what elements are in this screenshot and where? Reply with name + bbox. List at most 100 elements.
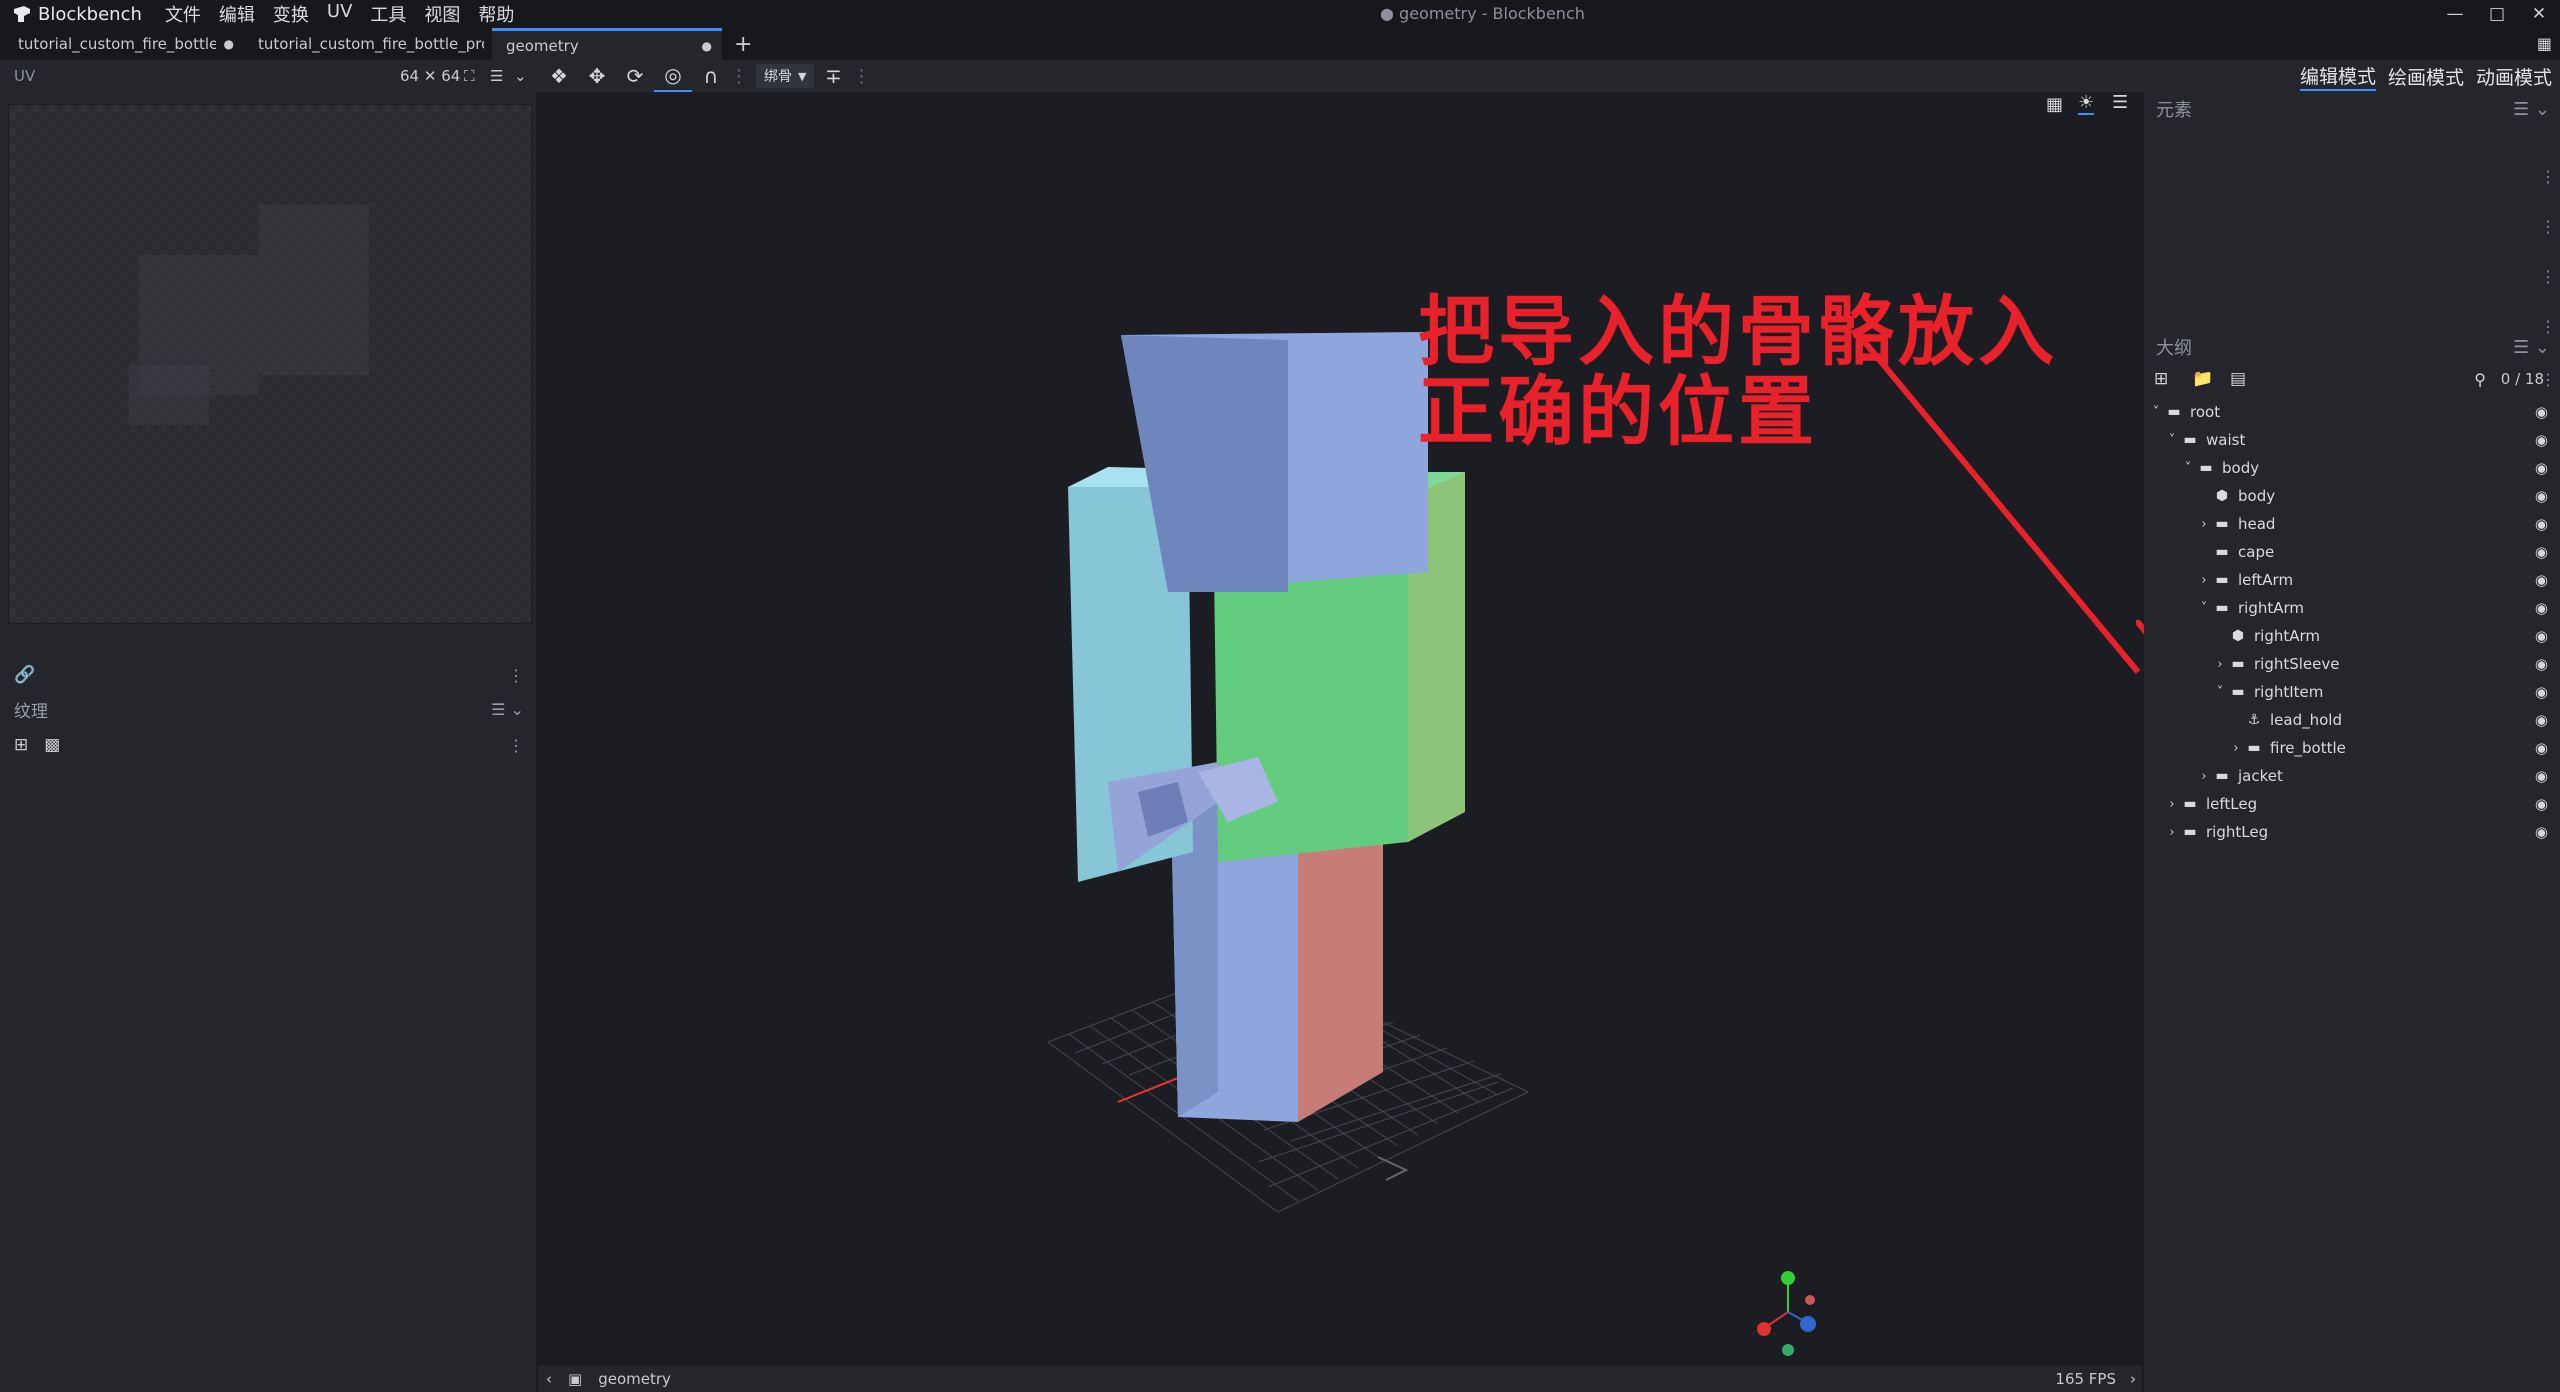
menu-edit[interactable]: 编辑	[210, 1, 264, 27]
mode-switcher: 编辑模式 绘画模式 动画模式	[2288, 60, 2552, 92]
visibility-eye-icon[interactable]: ◉	[2535, 403, 2548, 421]
chevron-right-icon[interactable]: ›	[2228, 741, 2244, 756]
folder-icon: ▬	[2215, 768, 2229, 784]
menu-lines-icon[interactable]: ☰ ⌄	[491, 700, 524, 719]
menu-uv[interactable]: UV	[318, 1, 362, 27]
magnet-icon[interactable]: ∩	[692, 60, 730, 92]
close-icon[interactable]: ✕	[2518, 0, 2560, 28]
outliner-node-rightarm[interactable]: ⬢ rightArm ◉	[2144, 622, 2560, 650]
more-dots-icon[interactable]: ⋮	[508, 736, 524, 755]
more-dots-icon[interactable]: ⋮	[852, 66, 870, 87]
menu-lines-icon[interactable]: ☰ ⌄	[2513, 337, 2550, 358]
mirror-icon[interactable]: ∓	[814, 60, 852, 92]
uv-resolution[interactable]: 64 ✕ 64	[400, 67, 460, 85]
move-icon[interactable]: ✥	[578, 60, 616, 92]
tab-geometry[interactable]: geometry ●	[492, 28, 722, 60]
more-dots-icon[interactable]: ⋮	[2540, 252, 2556, 302]
outliner-node-root[interactable]: ˅ ▬ root ◉	[2144, 398, 2560, 426]
outliner-node-rightsleeve[interactable]: › ▬ rightSleeve ◉	[2144, 650, 2560, 678]
maximize-icon[interactable]: □	[2476, 0, 2518, 28]
visibility-eye-icon[interactable]: ◉	[2535, 571, 2548, 589]
outliner-node-waist[interactable]: ˅ ▬ waist ◉	[2144, 426, 2560, 454]
visibility-eye-icon[interactable]: ◉	[2535, 683, 2548, 701]
chevron-down-icon[interactable]: ˅	[2148, 405, 2164, 420]
visibility-eye-icon[interactable]: ◉	[2535, 543, 2548, 561]
outliner-panel-header: 大纲 ☰ ⌄	[2144, 330, 2560, 364]
rotate-icon[interactable]: ⟳	[616, 60, 654, 92]
more-dots-icon[interactable]: ⋮	[2540, 152, 2556, 202]
chevron-right-icon[interactable]: ›	[2196, 517, 2212, 532]
add-group-icon[interactable]: 📁	[2192, 369, 2220, 389]
new-tab-button[interactable]: +	[722, 28, 764, 60]
chevron-right-icon[interactable]: ›	[2196, 573, 2212, 588]
outliner-node-body[interactable]: ⬢ body ◉	[2144, 482, 2560, 510]
menu-help[interactable]: 帮助	[469, 1, 523, 27]
outliner-node-head[interactable]: › ▬ head ◉	[2144, 510, 2560, 538]
visibility-eye-icon[interactable]: ◉	[2535, 487, 2548, 505]
menu-view[interactable]: 视图	[415, 1, 469, 27]
grid-layout-icon[interactable]: ▦	[2537, 34, 2552, 53]
pivot-icon[interactable]: ◎	[654, 60, 692, 92]
chevron-right-icon[interactable]: ›	[2164, 797, 2180, 812]
visibility-eye-icon[interactable]: ◉	[2535, 739, 2548, 757]
outliner-node-cape[interactable]: ▬ cape ◉	[2144, 538, 2560, 566]
chevron-down-icon[interactable]: ˅	[2180, 461, 2196, 476]
chevron-down-icon[interactable]: ⌄	[514, 67, 527, 85]
visibility-eye-icon[interactable]: ◉	[2535, 431, 2548, 449]
outliner-node-jacket[interactable]: › ▬ jacket ◉	[2144, 762, 2560, 790]
menu-transform[interactable]: 变换	[264, 1, 318, 27]
visibility-eye-icon[interactable]: ◉	[2535, 711, 2548, 729]
visibility-eye-icon[interactable]: ◉	[2535, 795, 2548, 813]
menu-tools[interactable]: 工具	[361, 1, 415, 27]
tab-fire-bottle-project[interactable]: tutorial_custom_fire_bottle_proje	[242, 28, 492, 60]
collapse-all-icon[interactable]: ▤	[2230, 369, 2258, 389]
fps-counter: 165 FPS	[2055, 1370, 2116, 1388]
visibility-eye-icon[interactable]: ◉	[2535, 599, 2548, 617]
folder-icon: ▬	[2183, 824, 2197, 840]
outliner-node-leftarm[interactable]: › ▬ leftArm ◉	[2144, 566, 2560, 594]
import-texture-icon[interactable]: ⊞	[0, 735, 28, 755]
chevron-right-icon[interactable]: ›	[2196, 769, 2212, 784]
chevron-right-icon[interactable]: ›	[2130, 1370, 2136, 1388]
visibility-eye-icon[interactable]: ◉	[2535, 767, 2548, 785]
viewport-3d[interactable]: ▦ ☀ ☰ 把导入的骨骼放入 正确的位置	[538, 92, 2142, 1366]
create-texture-icon[interactable]: ▩	[44, 735, 60, 755]
mode-edit[interactable]: 编辑模式	[2299, 62, 2376, 91]
tab-fire-bottle-geo[interactable]: tutorial_custom_fire_bottle.ge ●	[0, 28, 242, 60]
more-dots-icon[interactable]: ⋮	[2540, 202, 2556, 252]
visibility-eye-icon[interactable]: ◉	[2535, 627, 2548, 645]
outliner-node-rightitem[interactable]: ˅ ▬ rightItem ◉	[2144, 678, 2560, 706]
more-dots-icon[interactable]: ⋮	[508, 666, 524, 685]
chevron-down-icon[interactable]: ˅	[2212, 685, 2228, 700]
outliner-node-leftleg[interactable]: › ▬ leftLeg ◉	[2144, 790, 2560, 818]
uv-editor-canvas[interactable]	[8, 104, 532, 624]
outliner-node-body[interactable]: ˅ ▬ body ◉	[2144, 454, 2560, 482]
menu-lines-icon[interactable]: ☰	[490, 67, 503, 85]
visibility-eye-icon[interactable]: ◉	[2535, 823, 2548, 841]
add-cube-icon[interactable]: ⊞	[2154, 369, 2182, 389]
more-dots-icon[interactable]: ⋮	[730, 66, 748, 87]
mode-animate[interactable]: 动画模式	[2476, 63, 2552, 90]
outliner-node-lead_hold[interactable]: ⚓ lead_hold ◉	[2144, 706, 2560, 734]
more-dots-icon[interactable]: ⋮	[2540, 370, 2556, 389]
vertex-snap-icon[interactable]: ❖	[540, 60, 578, 92]
link-icon[interactable]: 🔗	[0, 665, 35, 685]
outliner-node-rightleg[interactable]: › ▬ rightLeg ◉	[2144, 818, 2560, 846]
chevron-down-icon[interactable]: ˅	[2196, 601, 2212, 616]
menu-file[interactable]: 文件	[156, 1, 210, 27]
visibility-eye-icon[interactable]: ◉	[2535, 515, 2548, 533]
menu-lines-icon[interactable]: ☰ ⌄	[2513, 99, 2550, 120]
outliner-node-rightarm[interactable]: ˅ ▬ rightArm ◉	[2144, 594, 2560, 622]
visibility-eye-icon[interactable]: ◉	[2535, 655, 2548, 673]
chevron-down-icon[interactable]: ˅	[2164, 433, 2180, 448]
visibility-eye-icon[interactable]: ◉	[2535, 459, 2548, 477]
chevron-right-icon[interactable]: ›	[2212, 657, 2228, 672]
minimize-icon[interactable]: —	[2434, 0, 2476, 28]
outliner-node-fire_bottle[interactable]: › ▬ fire_bottle ◉	[2144, 734, 2560, 762]
fullscreen-icon[interactable]: ⛶	[464, 67, 475, 85]
bone-select-dropdown[interactable]: 绑骨 ▼	[756, 64, 815, 88]
chevron-right-icon[interactable]: ›	[2164, 825, 2180, 840]
chevron-left-icon[interactable]: ‹	[546, 1370, 552, 1388]
mode-paint[interactable]: 绘画模式	[2388, 63, 2464, 90]
search-icon[interactable]: ⚲	[2474, 370, 2486, 389]
